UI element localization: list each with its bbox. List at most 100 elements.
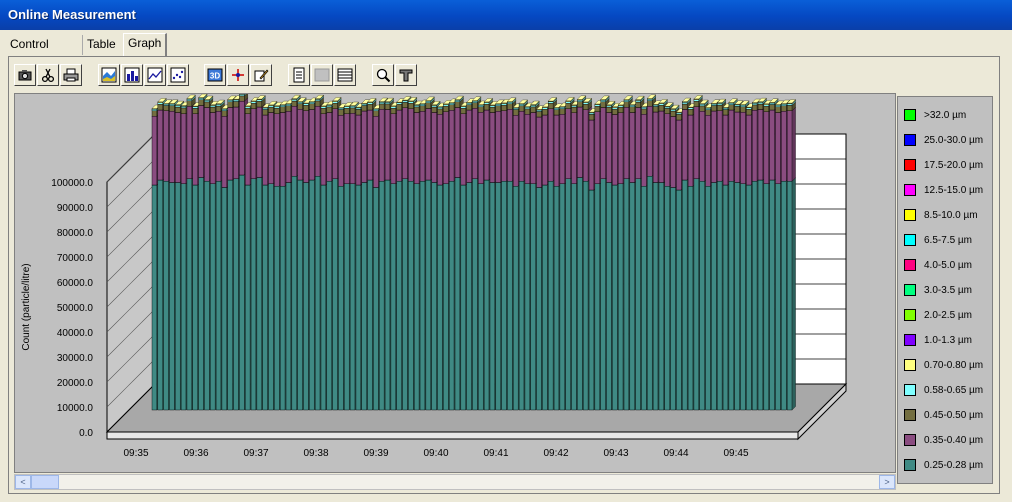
bar-segment: [478, 106, 484, 113]
bar-segment: [198, 98, 204, 100]
x-tick-label: 09:43: [603, 448, 628, 459]
scrollbar-thumb[interactable]: [31, 475, 59, 489]
legend-label: 4.0-5.0 µm: [924, 259, 973, 271]
point-marker-icon[interactable]: [227, 64, 249, 86]
bar-segment: [379, 103, 385, 110]
legend-label: 1.0-1.3 µm: [924, 334, 973, 346]
printer-icon[interactable]: [60, 64, 82, 86]
legend-swatch: [904, 434, 916, 446]
bar-segment: [728, 104, 734, 111]
x-tick-label: 09:39: [363, 448, 388, 459]
y-tick-label: 40000.0: [57, 328, 94, 339]
bar-segment: [687, 107, 694, 110]
bar-segment: [612, 114, 618, 186]
bar-segment: [652, 106, 659, 113]
bar-segment: [693, 101, 700, 107]
bar-segment: [757, 102, 764, 105]
bar-segment: [553, 114, 560, 187]
scroll-left-button[interactable]: <: [15, 475, 31, 489]
bar-segment: [419, 105, 426, 112]
bar-segment: [349, 113, 356, 184]
bar-segment: [297, 101, 303, 104]
bar-segment: [594, 183, 600, 411]
bar-segment: [553, 186, 560, 411]
legend-swatch: [904, 184, 916, 196]
horizontal-scrollbar[interactable]: < >: [14, 474, 896, 490]
tab-graph[interactable]: Graph: [123, 33, 168, 57]
bar-segment: [425, 108, 431, 181]
bar-segment: [256, 106, 262, 178]
legend-item: 8.5-10.0 µm: [904, 208, 978, 222]
bar-segment: [344, 183, 350, 411]
bar-segment: [256, 99, 262, 102]
scissors-icon[interactable]: [37, 64, 59, 86]
bar-segment: [530, 183, 536, 411]
bar-segment: [501, 181, 507, 411]
line-chart-icon[interactable]: [144, 64, 166, 86]
bar-segment: [489, 182, 496, 411]
bar-segment: [437, 108, 443, 115]
bar-segment: [414, 183, 420, 411]
bar-segment: [513, 186, 519, 411]
bar-segment: [384, 179, 391, 411]
y-tick-label: 60000.0: [57, 278, 94, 289]
edit-series-icon[interactable]: [250, 64, 272, 86]
bar-segment: [419, 181, 426, 411]
bar-segment: [682, 109, 688, 181]
bar-segment: [652, 104, 659, 107]
scatter-chart-icon[interactable]: [167, 64, 189, 86]
bar-segment: [629, 112, 635, 183]
bar-chart-icon[interactable]: [121, 64, 143, 86]
zoom-icon[interactable]: [372, 64, 394, 86]
bar-segment: [157, 109, 163, 181]
bar-segment: [612, 107, 618, 110]
bar-segment: [221, 116, 228, 188]
bar-segment: [763, 183, 769, 411]
bar-segment: [722, 107, 729, 110]
bar-segment: [262, 107, 268, 110]
bar-segment: [431, 106, 437, 113]
bar-segment: [676, 189, 682, 411]
bar-segment: [588, 119, 595, 191]
bar-segment: [775, 104, 781, 107]
3d-toggle-icon[interactable]: 3D: [204, 64, 226, 86]
grid-lines-icon[interactable]: [334, 64, 356, 86]
document-icon[interactable]: [288, 64, 310, 86]
bar-segment: [478, 105, 484, 107]
bar-segment: [507, 109, 513, 182]
y-tick-label: 70000.0: [57, 253, 94, 264]
bar-segment: [647, 176, 653, 411]
bar-segment: [746, 107, 752, 110]
tab-control-panel[interactable]: Control Panel: [6, 35, 53, 69]
tab-table[interactable]: Table: [82, 35, 120, 55]
bar-segment: [390, 106, 397, 109]
bar-segment: [652, 182, 659, 411]
bar-segment: [740, 183, 746, 411]
bar-segment: [635, 178, 641, 411]
blank-panel-icon[interactable]: [311, 64, 333, 86]
scroll-right-button[interactable]: >: [879, 475, 895, 489]
legend-item: >32.0 µm: [904, 108, 966, 122]
bar-segment: [536, 116, 542, 188]
3d-label: 3D: [210, 72, 220, 81]
bar-segment: [647, 98, 653, 101]
bar-segment: [711, 110, 717, 183]
bar-segment: [728, 181, 734, 411]
area-chart-icon[interactable]: [98, 64, 120, 86]
bar-segment: [402, 102, 408, 108]
x-tick-label: 09:44: [663, 448, 688, 459]
bar-segment: [210, 183, 216, 411]
bar-segment: [186, 106, 193, 179]
camera-icon[interactable]: [14, 64, 36, 86]
y-tick-label: 100000.0: [51, 178, 93, 189]
bar-segment: [414, 105, 420, 108]
bar-segment: [425, 100, 431, 103]
bar-segment: [559, 183, 566, 411]
bar-segment: [157, 179, 163, 411]
bar-segment: [565, 108, 571, 179]
bar-segment: [379, 181, 385, 411]
tools-icon[interactable]: [395, 64, 417, 86]
bar-segment: [641, 108, 647, 115]
bar-segment: [740, 112, 746, 184]
bar-segment: [769, 104, 775, 111]
